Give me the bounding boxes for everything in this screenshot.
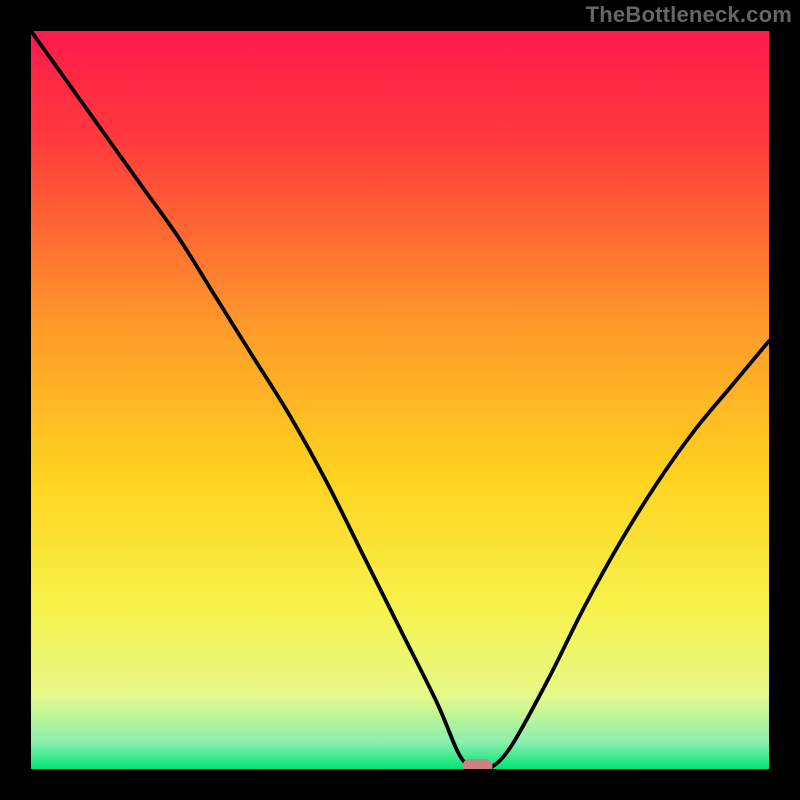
gradient-background <box>31 31 769 769</box>
plot-area <box>31 31 769 773</box>
attribution-label: TheBottleneck.com <box>586 2 792 28</box>
chart-svg <box>0 0 800 800</box>
bottleneck-chart: TheBottleneck.com <box>0 0 800 800</box>
